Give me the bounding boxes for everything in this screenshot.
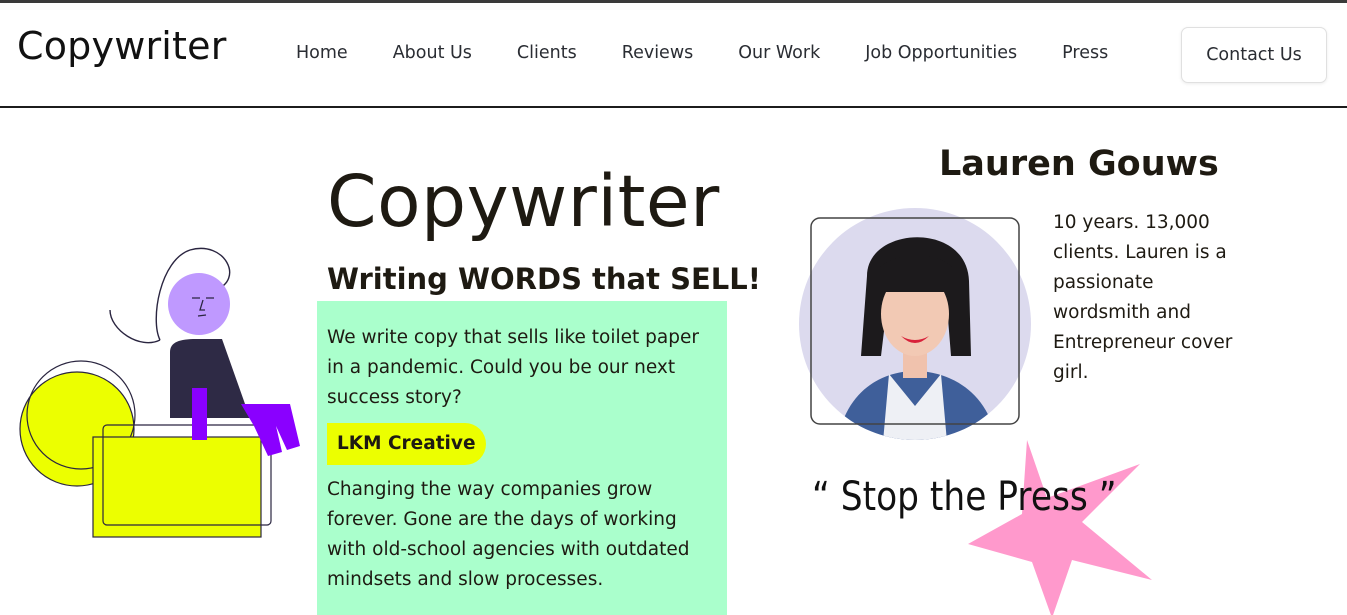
main-nav: Home About Us Clients Reviews Our Work J… <box>296 43 1108 63</box>
profile-photo <box>799 208 1031 440</box>
yellow-box-shape <box>92 436 262 538</box>
nav-our-work[interactable]: Our Work <box>738 43 820 63</box>
nav-job-opportunities[interactable]: Job Opportunities <box>865 43 1017 63</box>
nav-about-us[interactable]: About Us <box>393 43 472 63</box>
torso-shape <box>170 339 250 418</box>
hero-subtitle: Writing WORDS that SELL! <box>327 262 761 296</box>
arm-shape <box>192 388 207 440</box>
hero-title: Copywriter <box>327 160 720 243</box>
nav-clients[interactable]: Clients <box>517 43 577 63</box>
profile-bio: 10 years. 13,000 clients. Lauren is a pa… <box>1053 212 1233 383</box>
profile-name: Lauren Gouws <box>939 144 1219 184</box>
site-logo[interactable]: Copywriter <box>17 24 227 68</box>
head-shape <box>168 273 230 335</box>
body-text: Changing the way companies grow forever.… <box>327 479 690 590</box>
site-header: Copywriter Home About Us Clients Reviews… <box>0 3 1347 108</box>
nav-press[interactable]: Press <box>1062 43 1108 63</box>
nav-home[interactable]: Home <box>296 43 348 63</box>
intro-card: We write copy that sells like toilet pap… <box>317 301 727 615</box>
contact-us-button[interactable]: Contact Us <box>1181 27 1327 83</box>
intro-text: We write copy that sells like toilet pap… <box>327 327 699 408</box>
lkm-creative-badge: LKM Creative <box>327 423 486 465</box>
hero-illustration <box>19 247 300 538</box>
pink-star-shape <box>968 440 1152 615</box>
press-quote: “ Stop the Press ” <box>812 474 1117 520</box>
nav-reviews[interactable]: Reviews <box>622 43 694 63</box>
